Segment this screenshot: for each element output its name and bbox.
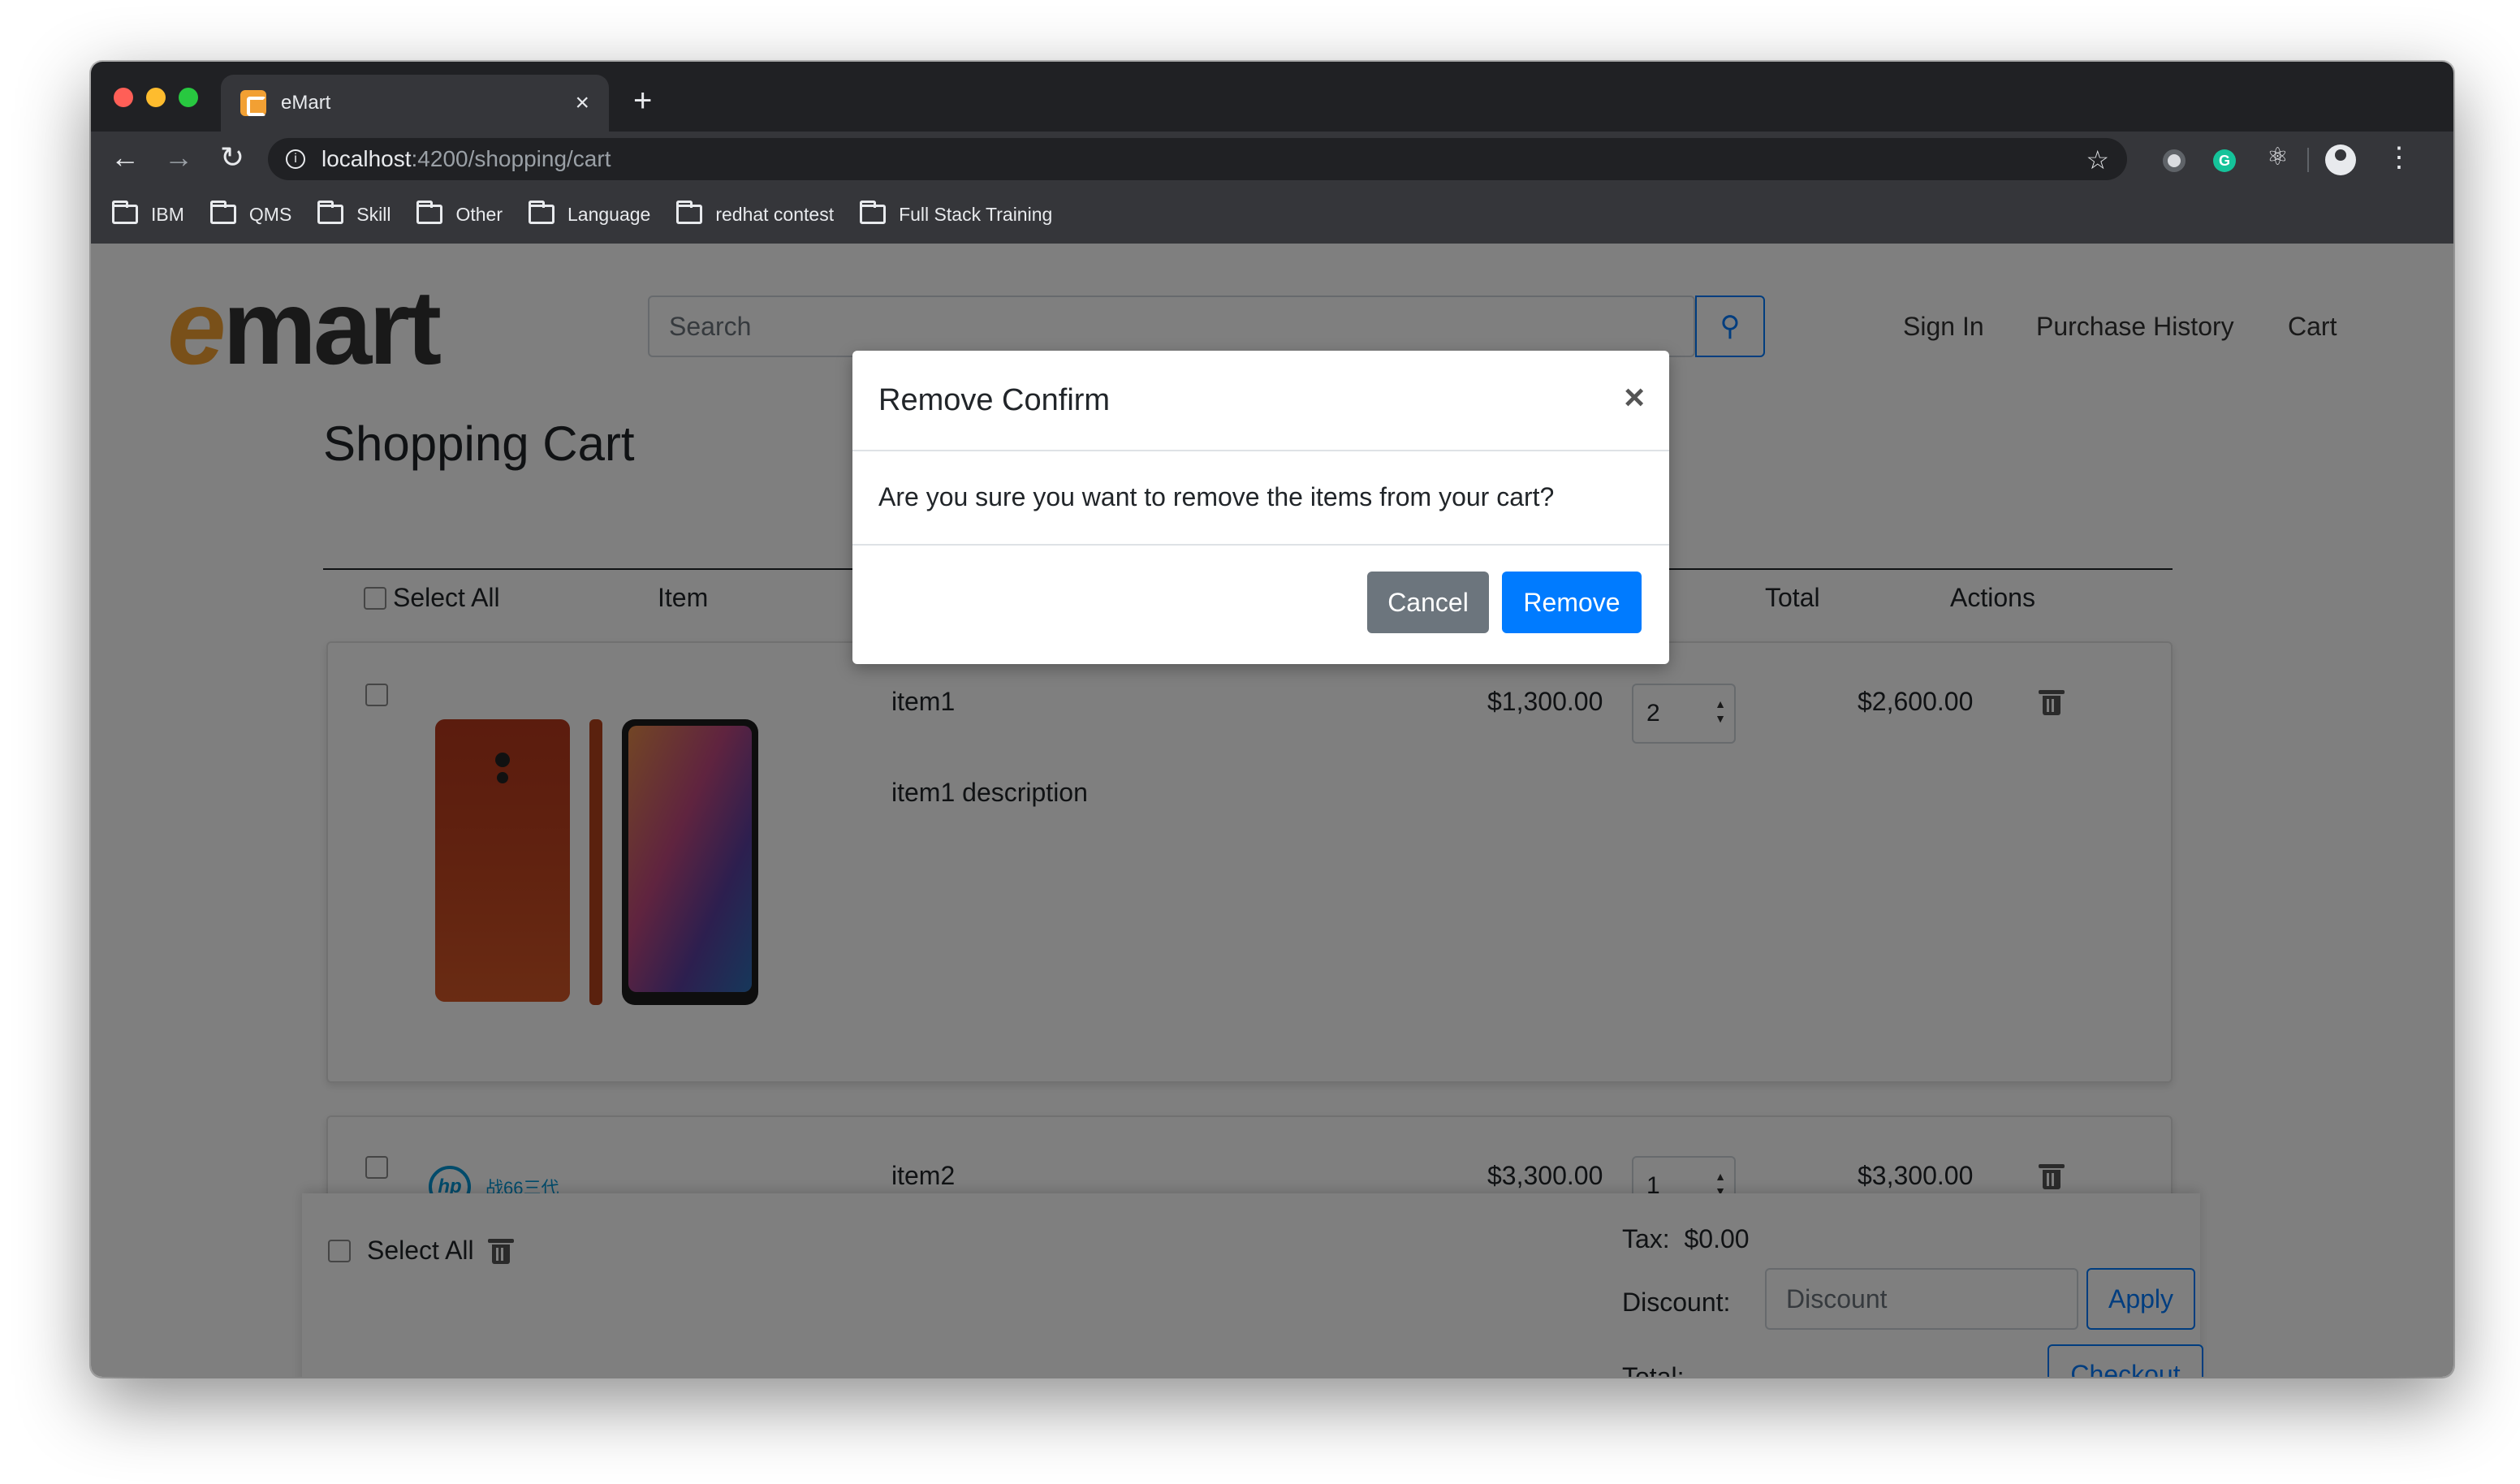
bookmark-folder-other[interactable]: Other — [416, 201, 503, 226]
bookmark-folder-full-stack-training[interactable]: Full Stack Training — [860, 201, 1052, 226]
reload-icon[interactable]: ↻ — [214, 141, 250, 174]
tab-title: eMart — [281, 92, 331, 114]
modal-header: Remove Confirm × — [852, 351, 1669, 451]
forward-arrow-icon[interactable]: → — [161, 141, 196, 174]
react-devtools-icon[interactable]: ⚛ — [2267, 143, 2289, 170]
folder-icon — [112, 201, 138, 224]
browser-tab[interactable]: eMart × — [221, 75, 609, 132]
bookmark-star-icon[interactable]: ☆ — [2086, 145, 2109, 175]
grammarly-extension-icon[interactable]: G — [2213, 149, 2236, 172]
close-window-button[interactable] — [114, 88, 133, 107]
folder-icon — [528, 201, 554, 224]
emart-favicon-icon — [240, 90, 266, 116]
site-info-icon[interactable]: i — [286, 149, 305, 169]
page-content: emart Search ⚲ Sign In Purchase History … — [91, 244, 2453, 1377]
url-text: localhost:4200/shopping/cart — [321, 146, 611, 171]
bookmark-folder-skill[interactable]: Skill — [317, 201, 391, 226]
folder-icon — [317, 201, 344, 224]
maximize-window-button[interactable] — [179, 88, 198, 107]
bookmark-folder-ibm[interactable]: IBM — [112, 201, 184, 226]
bookmark-folder-redhat-contest[interactable]: redhat contest — [676, 201, 834, 226]
bookmark-folder-qms[interactable]: QMS — [209, 201, 291, 226]
folder-icon — [860, 201, 887, 224]
remove-confirm-dialog: Remove Confirm × Are you sure you want t… — [852, 351, 1669, 664]
remove-button[interactable]: Remove — [1502, 572, 1642, 633]
tab-strip: eMart × + — [91, 62, 2453, 132]
tab-close-icon[interactable]: × — [575, 91, 589, 115]
bookmarks-bar: IBM QMS Skill Other Language redhat cont… — [91, 185, 2453, 244]
browser-toolbar: ← → ↻ i localhost:4200/shopping/cart ☆ G… — [91, 132, 2453, 185]
folder-icon — [209, 201, 236, 224]
profile-avatar-icon[interactable] — [2325, 145, 2356, 175]
modal-title: Remove Confirm — [878, 383, 1111, 417]
address-bar[interactable]: i localhost:4200/shopping/cart ☆ — [268, 138, 2127, 180]
bookmark-folder-language[interactable]: Language — [528, 201, 650, 226]
toolbar-divider — [2307, 148, 2309, 172]
close-icon[interactable]: × — [1624, 380, 1645, 416]
folder-icon — [416, 201, 443, 224]
new-tab-button[interactable]: + — [633, 84, 652, 117]
minimize-window-button[interactable] — [146, 88, 166, 107]
browser-window: eMart × + ← → ↻ i localhost:4200/shoppin… — [91, 62, 2453, 1377]
modal-message: Are you sure you want to remove the item… — [878, 482, 1555, 511]
extension-record-icon[interactable] — [2163, 149, 2186, 172]
modal-footer: Cancel Remove — [852, 544, 1669, 664]
folder-icon — [676, 201, 703, 224]
back-arrow-icon[interactable]: ← — [107, 141, 143, 174]
cancel-button[interactable]: Cancel — [1367, 572, 1489, 633]
browser-menu-icon[interactable]: ⋮ — [2385, 141, 2413, 174]
